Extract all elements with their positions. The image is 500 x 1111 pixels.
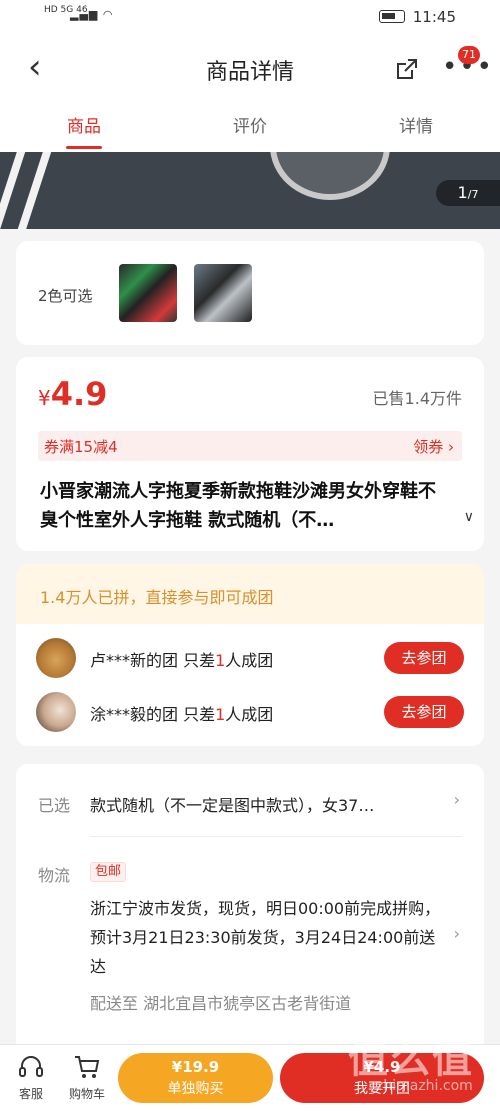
avatar — [36, 638, 76, 678]
tab-reviews[interactable]: 评价 — [200, 112, 300, 137]
single-label: 单独购买 — [167, 1081, 224, 1097]
group-row: 卢***新的团 只差1人成团 去参团 — [16, 634, 484, 688]
status-bar: HD 5G 46 ▂▄▆ ◠ 11:45 — [0, 0, 500, 34]
group-row-suffix: 人成团 — [225, 651, 274, 670]
tab-bar: 商品 评价 详情 — [0, 104, 500, 152]
coupon-text: 券满15减4 — [44, 438, 118, 456]
price-amount: 4.9 — [50, 375, 108, 413]
gallery-total: /7 — [467, 188, 479, 201]
color-options: 2色可选 — [16, 241, 484, 345]
group-row-count: 1 — [215, 705, 226, 724]
color-count-label: 2色可选 — [38, 287, 93, 305]
avatar — [36, 692, 76, 732]
nav-header: ‹ 商品详情 ••• 71 — [0, 34, 500, 104]
clock: 11:45 — [412, 8, 456, 26]
price: ¥4.9 — [38, 375, 107, 413]
watermark: 值么值 — [348, 1036, 474, 1082]
group-row-text: 涂***毅的团 只差1人成团 — [90, 701, 273, 725]
wifi-icon: ▂▄▆ ◠ — [70, 8, 114, 21]
group-row-prefix: 卢***新的团 只差 — [90, 651, 216, 670]
customer-service-button[interactable]: 客服 — [6, 1053, 56, 1102]
gallery-current: 1 — [457, 183, 468, 202]
divider — [90, 836, 462, 837]
tab-product[interactable]: 商品 — [34, 112, 134, 149]
chevron-right-icon[interactable]: › — [454, 924, 460, 943]
coupon-bar[interactable]: 券满15减4 领券 › — [38, 431, 462, 461]
sold-count: 已售1.4万件 — [372, 389, 462, 408]
color-thumbnail[interactable] — [194, 264, 252, 322]
single-price: ¥19.9 — [171, 1058, 220, 1076]
product-gallery[interactable]: 1/7 — [0, 152, 500, 229]
battery-icon — [379, 10, 405, 23]
group-buy-card: 1.4万人已拼，直接参与即可成团 卢***新的团 只差1人成团 去参团 涂***… — [16, 564, 484, 746]
currency-symbol: ¥ — [38, 386, 51, 410]
free-shipping-badge: 包邮 — [90, 862, 127, 882]
customer-service-label: 客服 — [18, 1087, 43, 1101]
cart-button[interactable]: 购物车 — [62, 1053, 112, 1102]
logistics-label: 物流 — [38, 866, 71, 885]
group-row: 涂***毅的团 只差1人成团 去参团 — [16, 688, 484, 742]
claim-coupon-link[interactable]: 领券 › — [413, 436, 454, 457]
group-buy-headline: 1.4万人已拼，直接参与即可成团 — [40, 588, 274, 607]
shipping-info: 浙江宁波市发货，现货，明日00:00前完成拼购，预计3月21日23:30前发货，… — [90, 899, 441, 976]
cart-icon — [75, 1056, 100, 1078]
selected-label: 已选 — [38, 796, 71, 815]
notification-badge: 71 — [458, 46, 480, 64]
headset-icon — [19, 1056, 43, 1077]
selected-value[interactable]: 款式随机（不一定是图中款式），女37… — [90, 792, 374, 816]
product-title: 小晋家潮流人字拖夏季新款拖鞋沙滩男女外穿鞋不臭个性室外人字拖鞋 款式随机（不… — [40, 481, 436, 531]
tab-details[interactable]: 详情 — [366, 112, 466, 137]
options-card: 已选 款式随机（不一定是图中款式），女37… › 物流 包邮 浙江宁波市发货，现… — [16, 764, 484, 1054]
chevron-down-icon[interactable]: ∨ — [464, 509, 474, 525]
gallery-pager: 1/7 — [436, 180, 500, 206]
deliver-to[interactable]: 配送至 湖北宜昌市猇亭区古老背街道 — [90, 990, 351, 1014]
color-thumbnail[interactable] — [119, 264, 177, 322]
join-group-button[interactable]: 去参团 — [384, 696, 464, 728]
group-row-prefix: 涂***毅的团 只差 — [90, 705, 216, 724]
page-title: 商品详情 — [205, 60, 294, 85]
group-row-suffix: 人成团 — [225, 705, 274, 724]
watermark-sub: zhimazhi.com — [376, 1078, 473, 1094]
cart-label: 购物车 — [68, 1087, 105, 1101]
share-icon[interactable] — [394, 56, 420, 82]
join-group-button[interactable]: 去参团 — [384, 642, 464, 674]
gallery-image — [270, 152, 390, 200]
chevron-right-icon[interactable]: › — [454, 790, 460, 809]
buy-alone-button[interactable]: ¥19.9 单独购买 — [118, 1053, 273, 1103]
group-buy-header: 1.4万人已拼，直接参与即可成团 — [16, 564, 484, 624]
group-row-count: 1 — [215, 651, 226, 670]
price-card: ¥4.9 已售1.4万件 券满15减4 领券 › 小晋家潮流人字拖夏季新款拖鞋沙… — [16, 357, 484, 551]
group-row-text: 卢***新的团 只差1人成团 — [90, 647, 273, 671]
